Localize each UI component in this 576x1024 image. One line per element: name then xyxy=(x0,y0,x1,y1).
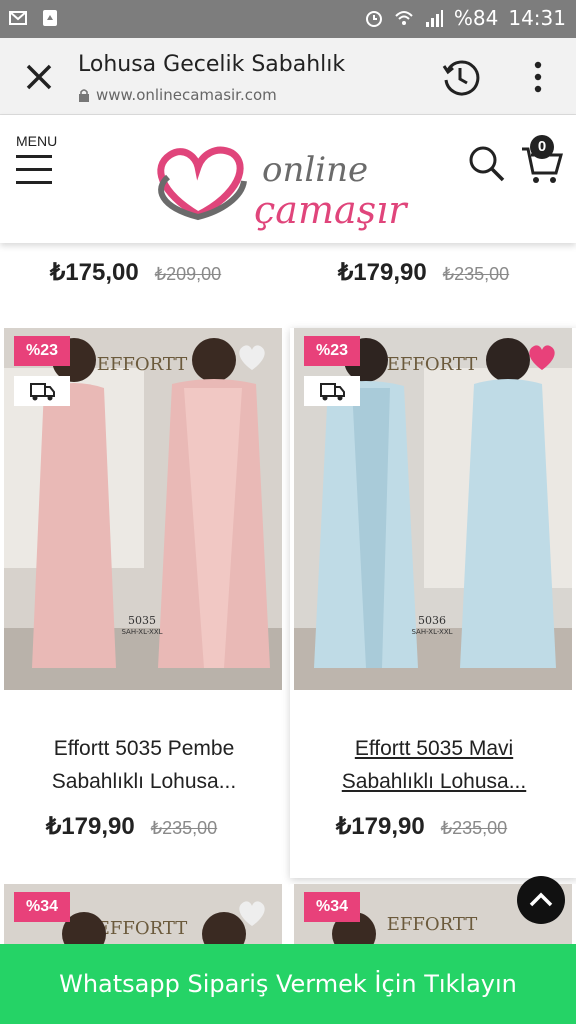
product-image[interactable]: EFFORTT 5035 SAH-XL-XXL %23 xyxy=(4,328,282,690)
logo-line2: çamaşır xyxy=(254,188,409,232)
old-price: ₺235,00 xyxy=(440,818,508,838)
truck-icon xyxy=(30,383,55,401)
brand-watermark: EFFORTT xyxy=(97,354,187,375)
logo-line1: online xyxy=(262,150,368,190)
price-row: ₺175,00 ₺209,00 xyxy=(50,258,221,287)
hamburger-icon xyxy=(16,155,66,184)
product-name[interactable]: Effortt 5035 Mavi Sabahlıklı Lohusa... xyxy=(290,732,576,798)
price-row: ₺179,90 ₺235,00 xyxy=(46,812,217,841)
shipping-badge xyxy=(14,376,70,406)
price: ₺179,90 xyxy=(336,813,425,840)
brand-watermark: EFFORTT xyxy=(97,918,187,939)
price: ₺179,90 xyxy=(46,813,135,840)
product-code: 5035 xyxy=(128,614,156,627)
price-row: ₺179,90 ₺235,00 xyxy=(338,258,509,287)
discount-badge: %23 xyxy=(304,336,360,366)
cart-button[interactable]: 0 xyxy=(520,135,564,185)
mail-icon xyxy=(9,11,27,25)
browser-toolbar: Lohusa Gecelik Sabahlık www.onlinecamasi… xyxy=(0,38,576,115)
search-icon[interactable] xyxy=(466,143,506,183)
alarm-icon xyxy=(365,11,382,27)
old-price: ₺209,00 xyxy=(154,264,222,284)
wifi-icon xyxy=(395,11,413,25)
cart-count: 0 xyxy=(530,135,554,159)
product-name-line1: Effortt 5035 Mavi xyxy=(354,737,514,760)
brand-watermark: EFFORTT xyxy=(387,914,477,935)
product-image[interactable]: EFFORTT %34 xyxy=(4,884,282,944)
product-sizes: SAH-XL-XXL xyxy=(411,628,452,636)
battery-level: %84 xyxy=(453,6,499,30)
discount-badge: %23 xyxy=(14,336,70,366)
favorite-heart-icon[interactable] xyxy=(236,898,268,928)
price-row: ₺179,90 ₺235,00 xyxy=(336,812,507,841)
menu-button[interactable]: MENU xyxy=(16,133,66,194)
product-name-line1: Effortt 5035 Pembe xyxy=(53,737,235,760)
discount-badge: %34 xyxy=(14,892,70,922)
price: ₺179,90 xyxy=(338,259,427,286)
url-text: www.onlinecamasir.com xyxy=(96,86,277,104)
product-card[interactable]: EFFORTT %34 xyxy=(0,884,288,944)
old-price: ₺235,00 xyxy=(150,818,218,838)
whatsapp-order-button[interactable]: Whatsapp Sipariş Vermek İçin Tıklayın xyxy=(0,944,576,1024)
close-icon[interactable] xyxy=(22,60,56,94)
product-code: 5036 xyxy=(418,614,446,627)
product-sizes: SAH-XL-XXL xyxy=(121,628,162,636)
clock: 14:31 xyxy=(508,6,566,30)
product-card[interactable]: EFFORTT 5036 SAH-XL-XXL %23 Effortt 5035… xyxy=(290,328,576,878)
site-header: MENU online çamaşır 0 xyxy=(0,115,576,243)
product-name[interactable]: Effortt 5035 Pembe Sabahlıklı Lohusa... xyxy=(0,732,288,798)
recycle-icon xyxy=(43,10,57,26)
product-name-line2: Sabahlıklı Lohusa... xyxy=(341,770,527,793)
url-bar[interactable]: www.onlinecamasir.com xyxy=(78,86,277,104)
discount-badge: %34 xyxy=(304,892,360,922)
menu-label: MENU xyxy=(16,133,58,149)
brand-watermark: EFFORTT xyxy=(387,354,477,375)
history-icon[interactable] xyxy=(440,58,480,98)
price: ₺175,00 xyxy=(50,259,139,286)
lock-icon xyxy=(79,89,89,102)
product-name-line2: Sabahlıklı Lohusa... xyxy=(51,770,237,793)
favorite-heart-icon[interactable] xyxy=(236,342,268,372)
kebab-menu-icon[interactable] xyxy=(530,60,546,94)
site-logo[interactable]: online çamaşır xyxy=(150,137,430,237)
scroll-to-top-button[interactable] xyxy=(517,876,565,924)
signal-icon xyxy=(425,10,443,27)
product-card[interactable]: EFFORTT 5035 SAH-XL-XXL %23 Effortt 5035… xyxy=(0,328,288,878)
page-title: Lohusa Gecelik Sabahlık xyxy=(78,52,346,77)
status-bar: %84 14:31 xyxy=(0,0,576,38)
chevron-up-icon xyxy=(529,892,553,907)
favorite-heart-icon[interactable] xyxy=(526,342,558,372)
shipping-badge xyxy=(304,376,360,406)
old-price: ₺235,00 xyxy=(442,264,510,284)
product-image[interactable]: EFFORTT 5036 SAH-XL-XXL %23 xyxy=(294,328,572,690)
truck-icon xyxy=(320,383,345,401)
